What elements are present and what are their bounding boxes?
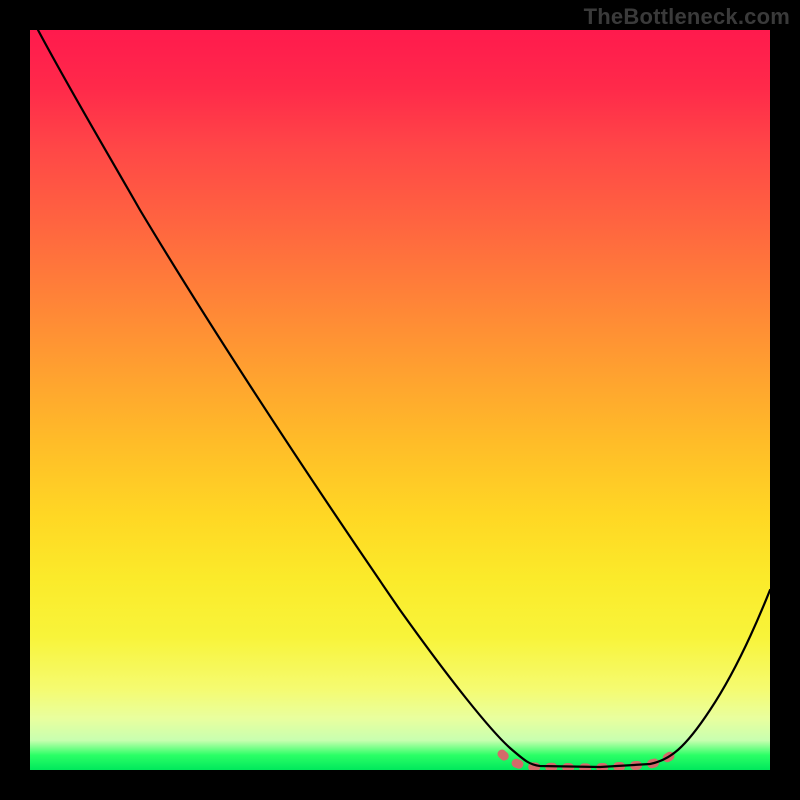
plot-area (30, 30, 770, 770)
chart-frame: TheBottleneck.com (0, 0, 800, 800)
optimal-region-marker (502, 750, 678, 768)
chart-svg (30, 30, 770, 770)
bottleneck-curve (38, 30, 770, 767)
watermark-text: TheBottleneck.com (584, 4, 790, 30)
